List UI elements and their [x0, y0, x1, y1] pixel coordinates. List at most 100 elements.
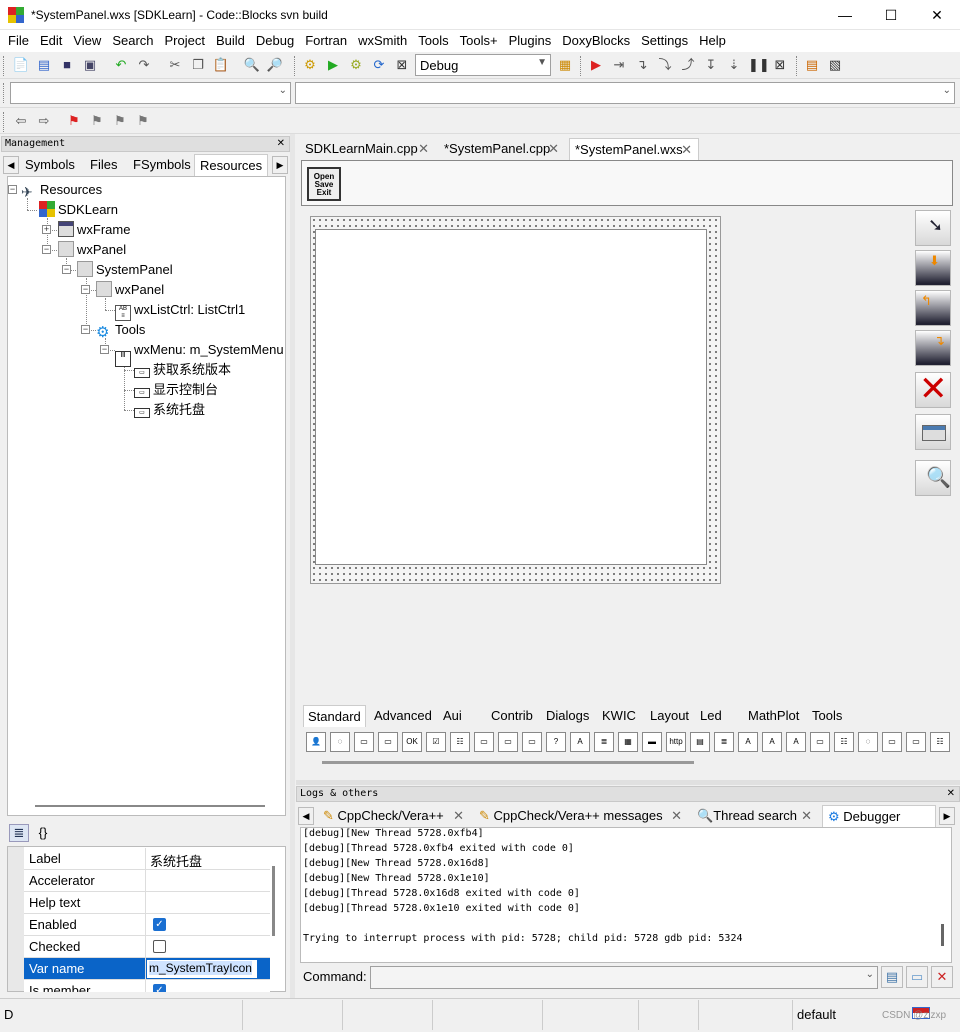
close-tab-icon[interactable]: ✕ [548, 138, 559, 160]
step-into-icon[interactable]: ⤵ [656, 56, 674, 74]
tab-cppcheck[interactable]: ✎ CppCheck/Vera++ ✕ [318, 805, 470, 827]
toolbar-grip[interactable] [580, 56, 583, 76]
palette-tab-standard[interactable]: Standard [303, 705, 366, 727]
menu-plugins[interactable]: Plugins [504, 30, 557, 52]
function-select[interactable]: ⌄ [295, 82, 955, 104]
menu-doxyblocks[interactable]: DoxyBlocks [557, 30, 635, 52]
properties-tab-icon[interactable]: ≣ [9, 824, 29, 842]
vertical-splitter[interactable] [290, 134, 295, 998]
palette-tab-aui[interactable]: Aui [439, 705, 466, 727]
prev-bookmark-icon[interactable]: ⚑ [88, 112, 106, 130]
insert-after-button[interactable]: ↰ [915, 290, 951, 326]
scroll-left-icon[interactable]: ◀ [3, 156, 19, 174]
toolbar-grip[interactable] [3, 56, 6, 76]
insert-parent-button[interactable]: ↴ [915, 330, 951, 366]
listctrl-preview[interactable] [315, 229, 707, 565]
close-panel-icon[interactable]: ✕ [277, 137, 285, 151]
debug-windows-icon[interactable]: ▤ [803, 56, 821, 74]
run-icon[interactable]: ▶ [324, 56, 342, 74]
tree-item-menu-entry[interactable]: ▭ 显示控制台 [134, 380, 218, 400]
insert-into-button[interactable]: ➘ [915, 210, 951, 246]
info-icon[interactable]: ▧ [826, 56, 844, 74]
tab-fsymbols[interactable]: FSymbols [128, 154, 196, 176]
palette-spin-icon[interactable]: ▤ [690, 732, 710, 752]
collapse-toggle[interactable]: − [81, 285, 90, 294]
palette-text-icon[interactable]: A [738, 732, 758, 752]
redo-icon[interactable]: ↷ [135, 56, 153, 74]
tree-item-wxframe[interactable]: wxFrame [58, 220, 130, 240]
tree-item-inner-panel[interactable]: wxPanel [96, 280, 164, 300]
prop-row-accelerator[interactable]: Accelerator [24, 870, 270, 892]
maximize-button[interactable]: ☐ [868, 0, 914, 30]
prop-value[interactable]: 系统托盘 [150, 851, 202, 870]
palette-tab-led[interactable]: Led [696, 705, 726, 727]
palette-checklist-icon[interactable]: ▦ [618, 732, 638, 752]
collapse-toggle[interactable]: − [42, 245, 51, 254]
tab-files[interactable]: Files [85, 154, 122, 176]
palette-hyperlink-icon[interactable]: http [666, 732, 686, 752]
palette-tab-tools[interactable]: Tools [808, 705, 846, 727]
bookmark-flag-icon[interactable]: ⚑ [65, 112, 83, 130]
close-panel-icon[interactable]: ✕ [947, 787, 955, 801]
palette-ok-button-icon[interactable]: OK [402, 732, 422, 752]
tab-cppcheck-messages[interactable]: ✎ CppCheck/Vera++ messages ✕ [474, 805, 688, 827]
step-out-icon[interactable]: ⤴ [679, 56, 697, 74]
pause-icon[interactable]: ❚❚ [748, 56, 770, 74]
run-to-cursor-icon[interactable]: ⇥ [610, 56, 628, 74]
palette-choice-icon[interactable]: ☷ [450, 732, 470, 752]
tree-item-systempanel[interactable]: SystemPanel [77, 260, 173, 280]
debugger-command-input[interactable]: ⌄ [370, 966, 878, 989]
collapse-toggle[interactable]: − [100, 345, 109, 354]
menu-debug[interactable]: Debug [251, 30, 299, 52]
quick-props-button[interactable]: 🔍 [915, 460, 951, 496]
back-arrow-icon[interactable]: ⇦ [12, 112, 30, 130]
tab-symbols[interactable]: Symbols [20, 154, 80, 176]
scope-select[interactable]: ⌄ [10, 82, 291, 104]
save-icon[interactable]: ■ [58, 56, 76, 74]
palette-list-icon[interactable]: ≣ [714, 732, 734, 752]
preview-button[interactable] [915, 414, 951, 450]
select-target-icon[interactable]: ▦ [556, 56, 574, 74]
palette-label-icon[interactable]: A [762, 732, 782, 752]
tab-debugger[interactable]: ⚙ Debugger [822, 805, 936, 827]
palette-scrollbar[interactable] [322, 761, 694, 764]
next-bookmark-icon[interactable]: ⚑ [111, 112, 129, 130]
palette-bitmap-button-icon[interactable]: ▭ [378, 732, 398, 752]
palette-gauge-icon[interactable]: ▬ [642, 732, 662, 752]
next-line-icon[interactable]: ↴ [633, 56, 651, 74]
copy-icon[interactable]: ❐ [189, 56, 207, 74]
palette-static-box-icon[interactable]: A [570, 732, 590, 752]
tree-item-tools[interactable]: ⚙ Tools [96, 320, 145, 341]
palette-tab-layout[interactable]: Layout [646, 705, 693, 727]
build-gear-icon[interactable]: ⚙ [301, 56, 319, 74]
toolbar-grip[interactable] [294, 56, 297, 76]
palette-combo-icon[interactable]: ▭ [522, 732, 542, 752]
palette-button-icon[interactable]: ▭ [354, 732, 374, 752]
enabled-checkbox[interactable]: ✓ [153, 918, 166, 931]
palette-tab-advanced[interactable]: Advanced [370, 705, 436, 727]
menu-fortran[interactable]: Fortran [300, 30, 352, 52]
palette-tab-dialogs[interactable]: Dialogs [542, 705, 593, 727]
save-all-icon[interactable]: ▣ [81, 56, 99, 74]
tab-sdklearnmain-cpp[interactable]: SDKLearnMain.cpp ✕ [300, 138, 437, 160]
tree-horizontal-scrollbar[interactable] [35, 805, 265, 807]
tree-item-listctrl[interactable]: AB ≡ wxListCtrl: ListCtrl1 [115, 300, 245, 321]
events-tab-icon[interactable]: {} [33, 824, 53, 842]
horizontal-splitter[interactable] [296, 780, 960, 785]
palette-grid-icon[interactable]: ☷ [930, 732, 950, 752]
menu-build[interactable]: Build [211, 30, 250, 52]
menu-tools[interactable]: Tools [413, 30, 453, 52]
expand-toggle[interactable]: + [42, 225, 51, 234]
property-grid-scrollbar[interactable] [272, 866, 275, 936]
clear-bookmarks-icon[interactable]: ⚑ [134, 112, 152, 130]
palette-image-icon[interactable]: ▭ [906, 732, 926, 752]
prop-row-is-member[interactable]: Is member ✓ [24, 980, 270, 992]
replace-icon[interactable]: 🔎 [266, 56, 284, 74]
build-and-run-icon[interactable]: ⚙ [347, 56, 365, 74]
new-file-icon[interactable]: 📄 [12, 56, 30, 74]
palette-static-line-icon[interactable]: ▭ [810, 732, 830, 752]
palette-panel-icon[interactable]: ▭ [498, 732, 518, 752]
palette-checkbox-icon[interactable]: ☑ [426, 732, 446, 752]
abort-icon[interactable]: ⊠ [393, 56, 411, 74]
stop-debugger-icon[interactable]: ⊠ [771, 56, 789, 74]
